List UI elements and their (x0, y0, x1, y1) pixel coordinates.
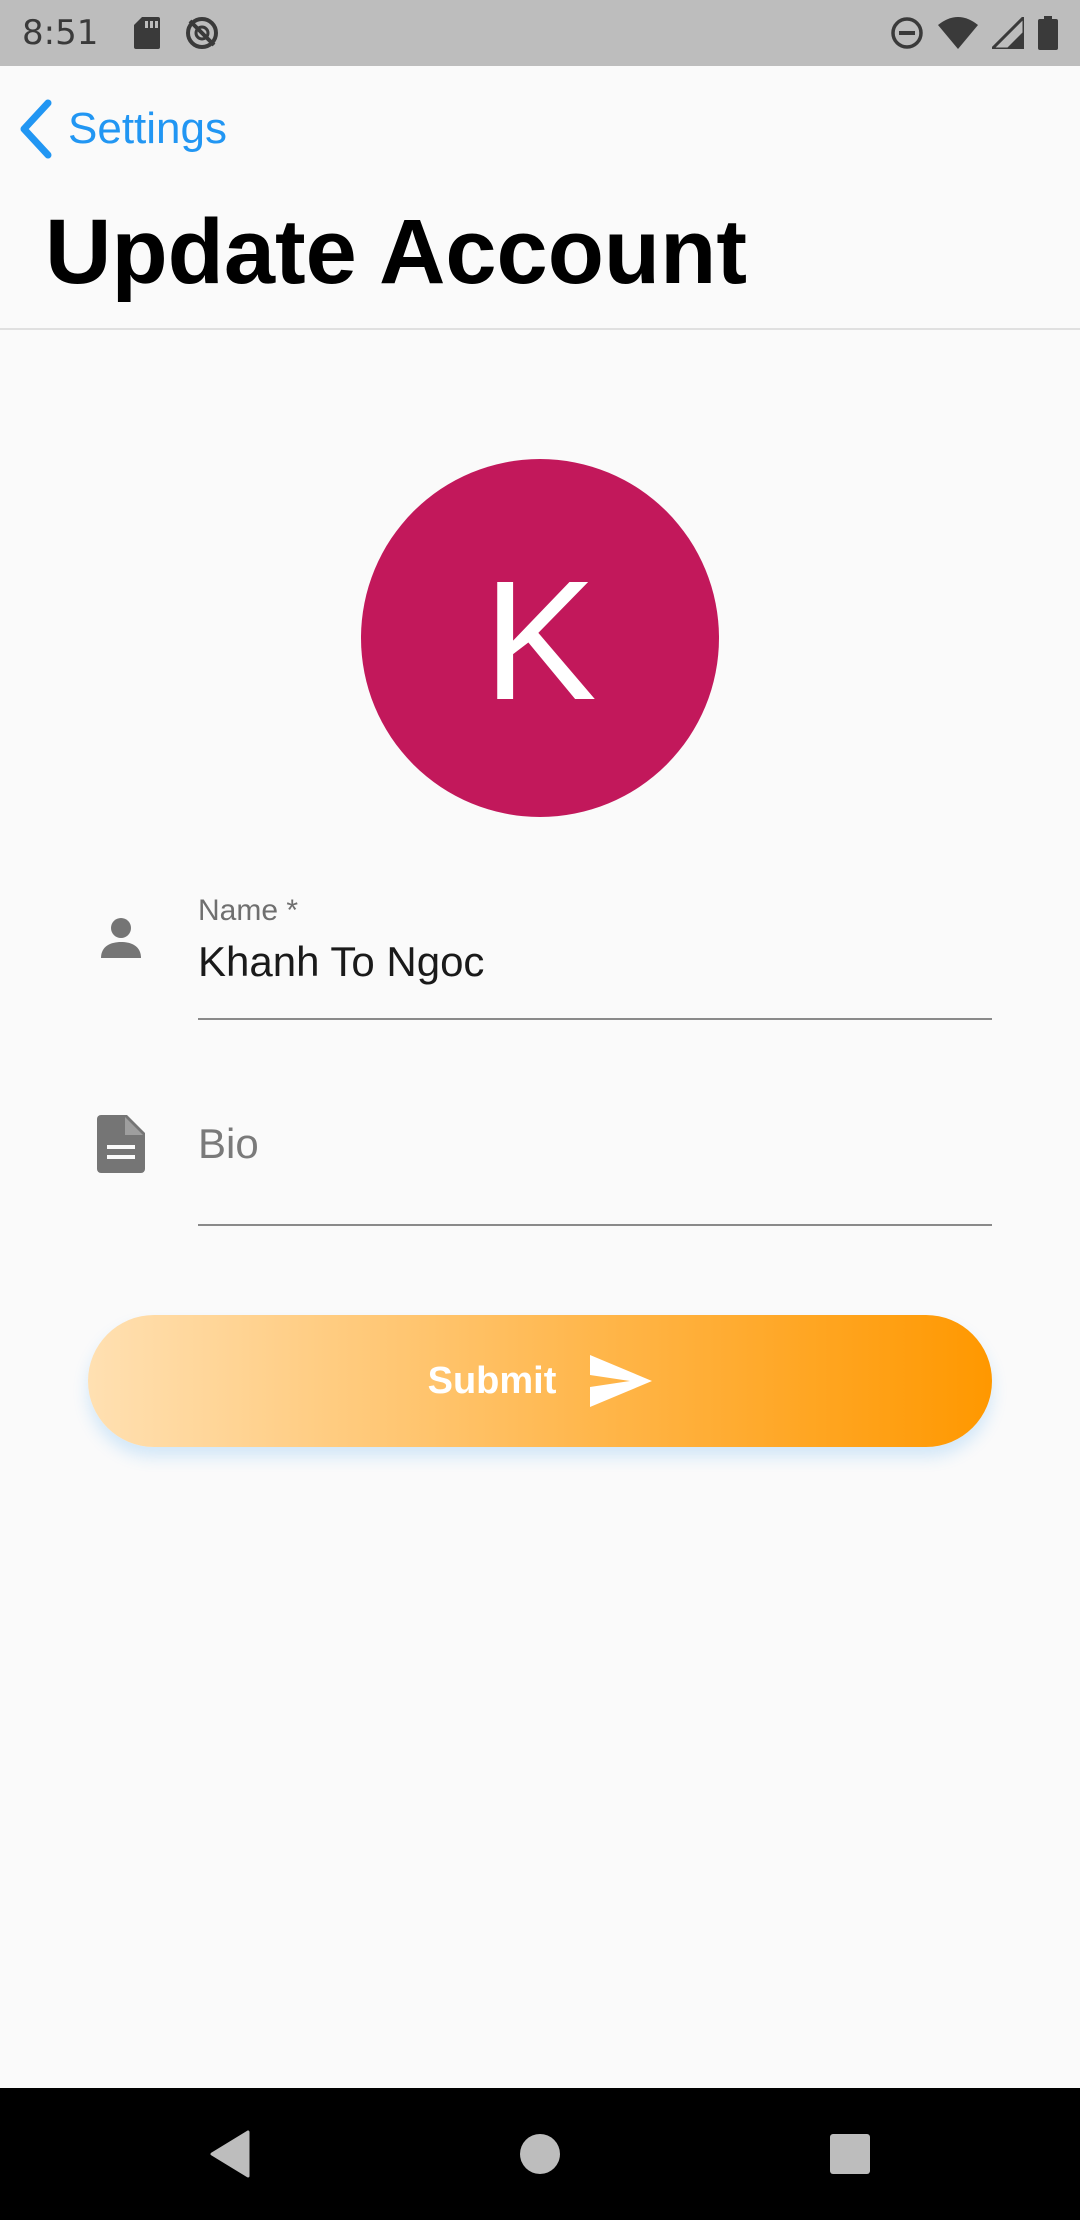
nav-home-button[interactable] (480, 2088, 600, 2220)
send-icon (590, 1355, 653, 1407)
status-left-icons (134, 15, 220, 51)
cell-signal-icon (992, 17, 1024, 49)
back-triangle-icon (208, 2130, 252, 2178)
avatar-initial: K (483, 546, 597, 736)
sd-card-icon (134, 17, 161, 49)
no-sync-icon (184, 15, 220, 51)
do-not-disturb-icon (890, 16, 924, 50)
back-to-settings-button[interactable]: Settings (18, 94, 227, 164)
nav-recents-button[interactable] (790, 2088, 910, 2220)
wifi-icon (938, 17, 978, 49)
document-icon (89, 1112, 153, 1176)
chevron-left-icon (18, 99, 54, 159)
nav-back-button[interactable] (170, 2088, 290, 2220)
submit-button[interactable]: Submit (88, 1315, 992, 1447)
system-navigation-bar (0, 2088, 1080, 2220)
back-label: Settings (68, 104, 227, 153)
name-field[interactable]: Name * Khanh To Ngoc (198, 886, 992, 1020)
recents-square-icon (829, 2133, 871, 2175)
battery-icon (1038, 16, 1058, 50)
status-time: 8:51 (22, 13, 99, 53)
submit-label: Submit (427, 1359, 557, 1402)
bio-field-placeholder: Bio (198, 1120, 259, 1167)
home-circle-icon (518, 2132, 562, 2176)
name-field-value: Khanh To Ngoc (198, 938, 485, 985)
person-icon (89, 906, 153, 970)
page-title: Update Account (45, 201, 747, 303)
navigation-header: Settings Update Account (0, 66, 1080, 330)
bio-field[interactable]: Bio (198, 1088, 992, 1226)
name-field-label: Name * (198, 894, 299, 927)
status-bar: 8:51 (0, 0, 1080, 66)
avatar[interactable]: K (361, 459, 719, 817)
app-screen: 8:51 Settings Update Account K Name * Kh… (0, 0, 1080, 2220)
status-right-icons (890, 16, 1058, 50)
